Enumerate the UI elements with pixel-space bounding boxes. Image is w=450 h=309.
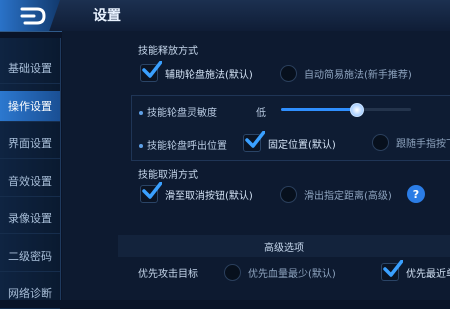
position-option-follow[interactable]: 跟随手指按下 <box>372 134 450 151</box>
advanced-section-title: 高级选项 <box>264 242 304 254</box>
option-label: 优先最近单 <box>406 268 450 280</box>
sidebar-item-password[interactable]: 二级密码 <box>0 241 60 272</box>
page-title: 设置 <box>93 8 121 24</box>
option-label: 滑出指定距离(高级) <box>304 191 392 202</box>
position-label: 技能轮盘呼出位置 <box>139 137 227 152</box>
checkmark-icon <box>383 260 403 277</box>
option-label: 自动简易施法(新手推荐) <box>304 70 412 81</box>
sidebar-item-network[interactable]: 网络诊断 <box>0 278 60 309</box>
checkmark-icon <box>142 182 162 199</box>
checkmark-icon <box>142 61 162 78</box>
priority-option-low-hp[interactable]: 优先血量最少(默认) <box>224 264 336 281</box>
cancel-option-button[interactable]: 滑至取消按钮(默认) <box>140 182 253 203</box>
advanced-section-header: 高级选项 <box>118 235 450 257</box>
release-option-assist[interactable]: 辅助轮盘施法(默认) <box>140 61 253 82</box>
sidebar-item-replay[interactable]: 录像设置 <box>0 203 60 234</box>
radio-unchecked[interactable] <box>372 134 389 151</box>
radio-unchecked[interactable] <box>224 264 241 281</box>
radio-unchecked[interactable] <box>280 65 297 82</box>
checkmark-icon <box>245 131 265 148</box>
checkbox-checked[interactable] <box>140 182 162 203</box>
sidebar: 基础设置 操作设置 界面设置 音效设置 录像设置 二级密码 网络诊断 <box>0 38 61 309</box>
priority-label: 优先攻击目标 <box>138 269 198 280</box>
cancel-section-title: 技能取消方式 <box>138 170 198 181</box>
release-section-title: 技能释放方式 <box>138 46 198 57</box>
checkbox-checked[interactable] <box>381 260 403 281</box>
position-option-fixed[interactable]: 固定位置(默认) <box>243 131 336 152</box>
option-label: 辅助轮盘施法(默认) <box>165 69 253 81</box>
release-option-auto[interactable]: 自动简易施法(新手推荐) <box>280 65 412 82</box>
position-label-text: 技能轮盘呼出位置 <box>147 141 227 152</box>
back-button[interactable] <box>0 0 60 31</box>
option-label: 跟随手指按下 <box>396 139 450 150</box>
bullet-icon <box>139 111 143 115</box>
sensitivity-label-text: 技能轮盘灵敏度 <box>147 108 217 119</box>
help-icon[interactable]: ? <box>407 185 425 203</box>
back-icon <box>20 7 46 24</box>
sensitivity-slider-fill <box>281 108 357 111</box>
top-bar: 设置 <box>0 0 450 32</box>
priority-option-nearest[interactable]: 优先最近单 <box>381 260 450 281</box>
sensitivity-low-label: 低 <box>256 108 266 119</box>
bullet-icon <box>139 144 143 148</box>
sensitivity-label: 技能轮盘灵敏度 <box>139 104 217 119</box>
cancel-option-distance[interactable]: 滑出指定距离(高级) <box>280 186 392 203</box>
checkbox-checked[interactable] <box>140 61 162 82</box>
option-label: 固定位置(默认) <box>268 139 336 151</box>
sidebar-item-sound[interactable]: 音效设置 <box>0 166 60 197</box>
sidebar-item-controls[interactable]: 操作设置 <box>0 91 60 122</box>
radio-unchecked[interactable] <box>280 186 297 203</box>
option-label: 滑至取消按钮(默认) <box>165 190 253 202</box>
sidebar-item-basic[interactable]: 基础设置 <box>0 53 60 84</box>
option-label: 优先血量最少(默认) <box>248 269 336 280</box>
checkbox-checked[interactable] <box>243 131 265 152</box>
sidebar-item-interface[interactable]: 界面设置 <box>0 128 60 159</box>
